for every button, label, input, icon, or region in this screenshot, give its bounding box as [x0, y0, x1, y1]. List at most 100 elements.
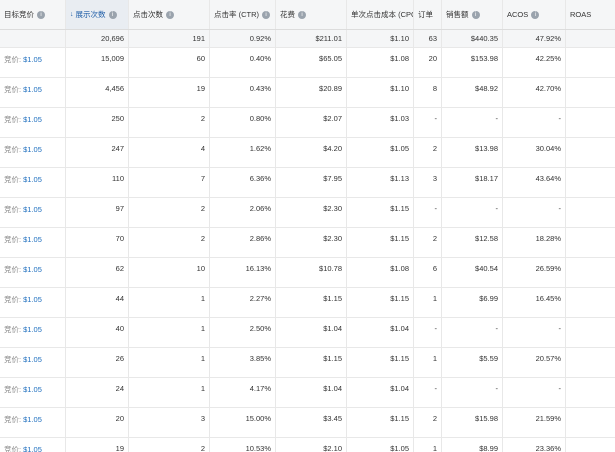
- bid-value-link[interactable]: $1.05: [23, 445, 42, 452]
- bid-cell: 竞价: $1.05: [0, 198, 66, 227]
- bid-cell: 竞价: $1.05: [0, 228, 66, 257]
- table-cell: 2.27%: [210, 288, 276, 317]
- info-icon[interactable]: i: [108, 10, 117, 19]
- table-cell: $1.13: [347, 168, 414, 197]
- column-header-5[interactable]: 单次点击成本 (CPC): [347, 0, 414, 29]
- table-cell: $7.95: [276, 168, 347, 197]
- column-header-0[interactable]: 目标竞价 i: [0, 0, 66, 29]
- table-cell: 2: [129, 198, 210, 227]
- table-cell: 1: [414, 288, 442, 317]
- table-cell: -: [503, 378, 566, 407]
- table-cell: 2: [414, 228, 442, 257]
- table-cell: 2: [129, 108, 210, 137]
- bid-value-link[interactable]: $1.05: [23, 85, 42, 94]
- column-header-3[interactable]: 点击率 (CTR) i: [210, 0, 276, 29]
- table-cell: 20: [414, 48, 442, 77]
- table-cell: 1: [414, 438, 442, 452]
- summary-cell: [566, 30, 615, 47]
- summary-cell: $211.01: [276, 30, 347, 47]
- table-cell: [566, 348, 615, 377]
- table-cell: [566, 48, 615, 77]
- table-cell: 4: [129, 138, 210, 167]
- table-cell: 4,456: [66, 78, 129, 107]
- table-cell: $1.08: [347, 48, 414, 77]
- table-cell: 0.80%: [210, 108, 276, 137]
- column-header-label: 点击次数: [133, 10, 163, 19]
- table-cell: $1.04: [347, 378, 414, 407]
- bid-value-link[interactable]: $1.05: [23, 415, 42, 424]
- table-cell: $1.15: [347, 408, 414, 437]
- bid-value-link[interactable]: $1.05: [23, 145, 42, 154]
- table-cell: $1.03: [347, 108, 414, 137]
- bid-value-link[interactable]: $1.05: [23, 205, 42, 214]
- bid-cell: 竞价: $1.05: [0, 378, 66, 407]
- bid-label: 竞价:: [4, 325, 22, 334]
- info-icon[interactable]: i: [166, 10, 174, 19]
- bid-value-link[interactable]: $1.05: [23, 175, 42, 184]
- column-header-1[interactable]: ↓ 展示次数 i: [66, 0, 129, 29]
- table-cell: 1: [129, 288, 210, 317]
- table-cell: 3.85%: [210, 348, 276, 377]
- table-cell: $1.04: [276, 318, 347, 347]
- table-cell: $4.20: [276, 138, 347, 167]
- column-header-label: 订单: [418, 10, 433, 19]
- bid-cell: 竞价: $1.05: [0, 48, 66, 77]
- table-cell: $10.78: [276, 258, 347, 287]
- bid-value-link[interactable]: $1.05: [23, 295, 42, 304]
- summary-cell: 191: [129, 30, 210, 47]
- info-icon[interactable]: i: [262, 10, 270, 19]
- bid-value-link[interactable]: $1.05: [23, 115, 42, 124]
- table-row: 竞价: $1.05 247 4 1.62% $4.20 $1.05 2 $13.98 30.04%: [0, 138, 615, 168]
- table-cell: 7: [129, 168, 210, 197]
- bid-cell: 竞价: $1.05: [0, 318, 66, 347]
- bid-value-link[interactable]: $1.05: [23, 385, 42, 394]
- summary-cell: 63: [414, 30, 442, 47]
- table-cell: 6: [414, 258, 442, 287]
- table-cell: $20.89: [276, 78, 347, 107]
- column-header-label: ROAS: [570, 10, 592, 19]
- table-cell: 250: [66, 108, 129, 137]
- table-cell: $1.05: [347, 138, 414, 167]
- table-cell: 15.00%: [210, 408, 276, 437]
- table-cell: [566, 138, 615, 167]
- table-cell: 97: [66, 198, 129, 227]
- bid-cell: 竞价: $1.05: [0, 348, 66, 377]
- table-cell: $3.45: [276, 408, 347, 437]
- table-cell: 21.59%: [503, 408, 566, 437]
- info-icon[interactable]: i: [298, 10, 306, 19]
- bid-label: 竞价:: [4, 115, 22, 124]
- info-icon[interactable]: i: [531, 10, 540, 19]
- table-cell: $2.10: [276, 438, 347, 452]
- column-header-4[interactable]: 花费 i: [276, 0, 347, 29]
- bid-cell: 竞价: $1.05: [0, 168, 66, 197]
- bid-label: 竞价:: [4, 175, 22, 184]
- table-cell: [566, 408, 615, 437]
- info-icon[interactable]: i: [471, 10, 480, 19]
- bid-value-link[interactable]: $1.05: [23, 325, 42, 334]
- column-header-8[interactable]: ACOS i: [503, 0, 566, 29]
- column-header-label: 花费: [280, 10, 295, 19]
- table-cell: [566, 288, 615, 317]
- table-cell: -: [414, 378, 442, 407]
- bid-value-link[interactable]: $1.05: [23, 235, 42, 244]
- bid-value-link[interactable]: $1.05: [23, 265, 42, 274]
- table-cell: $1.15: [347, 348, 414, 377]
- column-header-label: 单次点击成本 (CPC): [351, 10, 414, 19]
- column-header-7[interactable]: 销售额 i: [442, 0, 503, 29]
- table-cell: 2.50%: [210, 318, 276, 347]
- table-cell: 4.17%: [210, 378, 276, 407]
- table-row: 竞价: $1.05 19 2 10.53% $2.10 $1.05 1 $8.99 23.36%: [0, 438, 615, 452]
- summary-cell: $1.10: [347, 30, 414, 47]
- info-icon[interactable]: i: [37, 10, 45, 19]
- bid-value-link[interactable]: $1.05: [23, 355, 42, 364]
- column-header-2[interactable]: 点击次数 i: [129, 0, 210, 29]
- table-row: 竞价: $1.05 250 2 0.80% $2.07 $1.03- - -: [0, 108, 615, 138]
- table-cell: 1: [129, 348, 210, 377]
- table-row: 竞价: $1.05 44 1 2.27% $1.15 $1.15 1 $6.99 16.45%: [0, 288, 615, 318]
- table-cell: 15,009: [66, 48, 129, 77]
- column-header-6[interactable]: 订单: [414, 0, 442, 29]
- bid-label: 竞价:: [4, 145, 22, 154]
- table-cell: 2: [414, 408, 442, 437]
- column-header-9[interactable]: ROAS: [566, 0, 615, 29]
- bid-value-link[interactable]: $1.05: [23, 55, 42, 64]
